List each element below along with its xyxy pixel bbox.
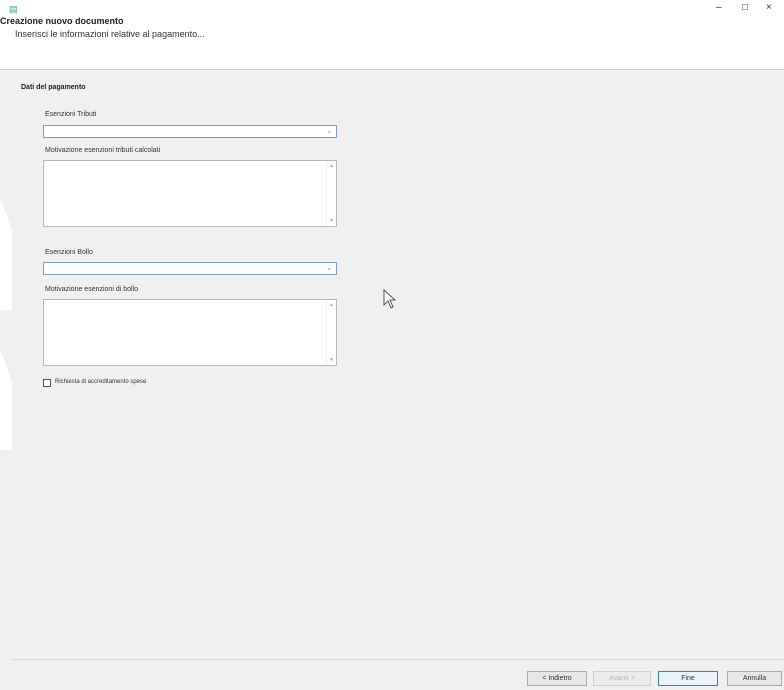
dialog-title: Creazione nuovo documento: [0, 16, 124, 26]
motivazione-bollo-textarea[interactable]: ▲ ▼: [43, 299, 337, 366]
scroll-down-icon[interactable]: ▼: [329, 218, 334, 224]
close-button[interactable]: ×: [766, 2, 772, 13]
motivazione-tributi-label: Motivazione esenzioni tributi calcolati: [45, 147, 161, 154]
app-icon: ▤: [9, 4, 18, 14]
esenzioni-tributi-select[interactable]: ⌄: [43, 125, 337, 138]
section-title: Dati del pagamento: [21, 84, 86, 91]
motivazione-bollo-label: Motivazione esenzioni di bollo: [45, 286, 138, 293]
content-panel: Dati del pagamento Esenzioni Tributi ⌄ M…: [12, 78, 784, 654]
accreditamento-checkbox[interactable]: [43, 379, 51, 387]
chevron-down-icon: ⌄: [326, 128, 332, 135]
next-button[interactable]: Avanti >: [593, 671, 651, 686]
back-button[interactable]: < Indietro: [527, 671, 587, 686]
chevron-down-icon: ⌄: [326, 265, 332, 272]
scrollbar[interactable]: ▲ ▼: [326, 300, 336, 365]
esenzioni-bollo-select[interactable]: ⌄: [43, 262, 337, 275]
scrollbar[interactable]: ▲ ▼: [326, 161, 336, 226]
maximize-button[interactable]: □: [742, 2, 748, 13]
header-divider: [0, 69, 784, 70]
mouse-cursor-icon: [383, 289, 397, 309]
scroll-up-icon[interactable]: ▲: [329, 163, 334, 169]
minimize-button[interactable]: ‒: [716, 2, 722, 13]
footer-divider: [12, 659, 784, 660]
accreditamento-label[interactable]: Richiesta di accreditamento spese: [55, 379, 146, 385]
dialog-subtitle: Inserisci le informazioni relative al pa…: [15, 29, 205, 39]
scroll-up-icon[interactable]: ▲: [329, 302, 334, 308]
finish-button[interactable]: Fine: [658, 671, 718, 686]
motivazione-tributi-textarea[interactable]: ▲ ▼: [43, 160, 337, 227]
esenzioni-bollo-label: Esenzioni Bollo: [45, 249, 93, 256]
scroll-down-icon[interactable]: ▼: [329, 357, 334, 363]
esenzioni-tributi-label: Esenzioni Tributi: [45, 111, 97, 118]
cancel-button[interactable]: Annulla: [727, 671, 782, 686]
